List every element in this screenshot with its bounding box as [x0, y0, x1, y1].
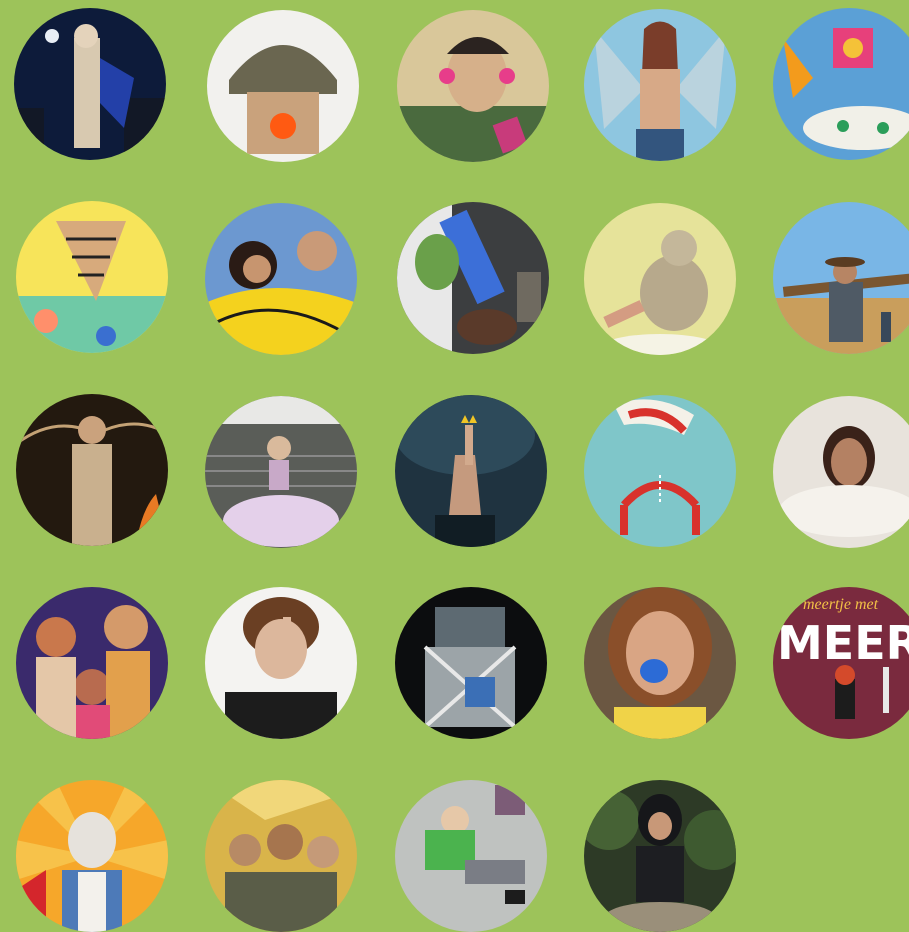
tile-singers-stage[interactable] — [16, 587, 168, 739]
tile-couple-yellow[interactable] — [205, 203, 357, 355]
meer-subtitle: meertje met — [803, 596, 879, 613]
tile-fire-man[interactable] — [16, 394, 168, 546]
photo-icon — [207, 10, 359, 162]
tile-dancers-blue[interactable] — [397, 202, 549, 354]
tile-woman-blue-mouth[interactable] — [584, 587, 736, 739]
tile-circus-puppet[interactable] — [16, 780, 168, 932]
photo-icon — [773, 396, 909, 548]
tile-tornado-drawing[interactable] — [16, 201, 168, 353]
meer-title: MEER — [777, 616, 909, 670]
illustration-icon — [16, 780, 168, 932]
photo-icon — [395, 780, 547, 932]
tile-child-drawing[interactable] — [773, 8, 909, 160]
photo-icon — [205, 587, 357, 739]
photo-icon — [395, 587, 547, 739]
tile-boy-finger[interactable] — [205, 587, 357, 739]
tile-headphones-man[interactable] — [397, 10, 549, 162]
tile-night-city-hero[interactable] — [14, 8, 166, 160]
tile-stone-animal[interactable] — [584, 203, 736, 355]
photo-icon — [395, 395, 547, 547]
tile-green-sweater-floor[interactable] — [395, 780, 547, 932]
tile-meer-poster[interactable]: meertje met MEER — [773, 587, 909, 739]
tile-girl-sand[interactable] — [773, 396, 909, 548]
photo-icon — [16, 587, 168, 739]
photo-icon — [584, 587, 736, 739]
photo-icon — [16, 394, 168, 546]
tile-acrobat-illustration[interactable] — [584, 395, 736, 547]
photo-icon — [584, 780, 736, 932]
photo-icon — [397, 10, 549, 162]
photo-icon — [14, 8, 166, 160]
tile-cowboy-field[interactable] — [773, 202, 909, 354]
photo-icon — [584, 203, 736, 355]
tile-hand-crown[interactable] — [395, 395, 547, 547]
tile-dark-hair-girl[interactable] — [584, 780, 736, 932]
tile-gold-crowd[interactable] — [205, 780, 357, 932]
tile-junk-sculpture[interactable] — [395, 587, 547, 739]
photo-icon — [584, 9, 736, 161]
drawing-icon — [16, 201, 168, 353]
photo-icon — [773, 202, 909, 354]
tile-winged-woman[interactable] — [584, 9, 736, 161]
illustration-icon — [584, 395, 736, 547]
photo-icon — [205, 396, 357, 548]
poster-icon: meertje met MEER — [773, 587, 909, 739]
photo-icon — [205, 780, 357, 932]
tile-princess-stairs[interactable] — [205, 396, 357, 548]
drawing-icon — [773, 8, 909, 160]
photo-icon — [205, 203, 357, 355]
tile-clown-helmet[interactable] — [207, 10, 359, 162]
photo-icon — [397, 202, 549, 354]
